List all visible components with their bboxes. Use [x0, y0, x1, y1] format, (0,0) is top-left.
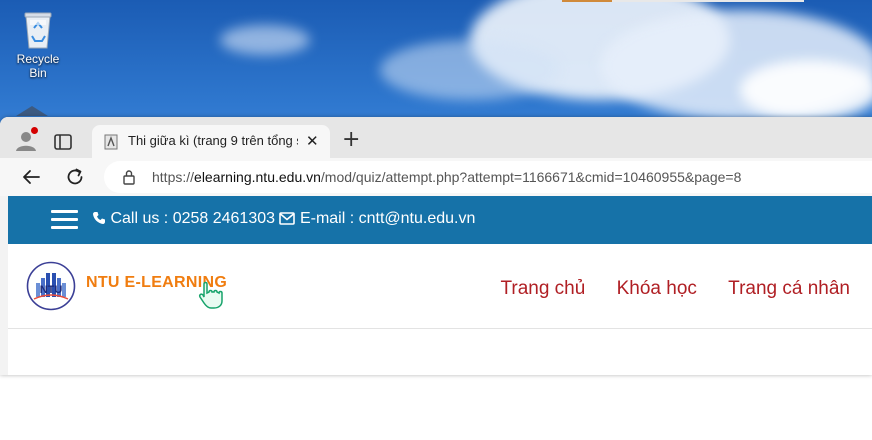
site-top-bar: Call us : 0258 2461303 E-mail : cntt@ntu…: [8, 196, 872, 244]
contact-info: Call us : 0258 2461303 E-mail : cntt@ntu…: [92, 210, 475, 228]
nav-courses[interactable]: Khóa học: [617, 278, 697, 299]
nav-profile[interactable]: Trang cá nhân: [728, 278, 850, 299]
cloud: [220, 25, 310, 55]
pointer-hand-icon: [199, 281, 223, 309]
contact-email: E-mail : cntt@ntu.edu.vn: [299, 210, 476, 227]
browser-tab-active[interactable]: Thi giữa kì (trang 9 trên tổng số 1 ✕: [92, 125, 330, 158]
page-favicon-icon: [104, 134, 118, 150]
desktop-icon-label: Recycle Bin: [16, 52, 60, 80]
tab-strip: Thi giữa kì (trang 9 trên tổng số 1 ✕ +: [0, 117, 872, 158]
notification-dot: [31, 127, 38, 134]
window-edge-accent: [562, 0, 612, 2]
tab-close-button[interactable]: ✕: [306, 132, 319, 150]
cloud: [740, 60, 872, 120]
main-navigation: Trang chủ Khóa học Trang cá nhân: [474, 278, 850, 300]
url-scheme: https://: [152, 169, 195, 185]
desktop-icon-partial[interactable]: [14, 104, 50, 116]
url-host: elearning.ntu.edu.vn: [194, 169, 321, 185]
tab-title: Thi giữa kì (trang 9 trên tổng số 1: [128, 133, 298, 148]
ntu-logo[interactable]: NTU: [26, 261, 76, 311]
lock-icon[interactable]: [122, 169, 136, 185]
url-text[interactable]: https://elearning.ntu.edu.vn/mod/quiz/at…: [152, 169, 741, 185]
tab-actions-icon[interactable]: [52, 131, 74, 153]
new-tab-button[interactable]: +: [342, 129, 360, 151]
envelope-icon: [279, 212, 296, 225]
logo-text: NTU: [40, 284, 63, 296]
desktop-icon-recycle-bin[interactable]: Recycle Bin: [8, 8, 68, 80]
address-bar-row: https://elearning.ntu.edu.vn/mod/quiz/at…: [0, 158, 872, 196]
address-bar[interactable]: https://elearning.ntu.edu.vn/mod/quiz/at…: [104, 161, 872, 193]
contact-phone: Call us : 0258 2461303: [110, 210, 276, 227]
nav-home[interactable]: Trang chủ: [500, 278, 585, 299]
cloud: [380, 40, 560, 100]
phone-icon: [93, 212, 105, 224]
site-header: NTU NTU E-LEARNING Trang chủ Khóa học Tr…: [8, 244, 872, 329]
web-page: Call us : 0258 2461303 E-mail : cntt@ntu…: [8, 196, 872, 375]
reload-icon[interactable]: [64, 166, 86, 188]
back-arrow-icon[interactable]: [20, 166, 42, 188]
browser-window: Thi giữa kì (trang 9 trên tổng số 1 ✕ + …: [0, 117, 872, 375]
url-path: /mod/quiz/attempt.php?attempt=1166671&cm…: [320, 169, 742, 185]
recycle-bin-icon: [24, 12, 52, 49]
menu-icon[interactable]: [51, 210, 78, 230]
